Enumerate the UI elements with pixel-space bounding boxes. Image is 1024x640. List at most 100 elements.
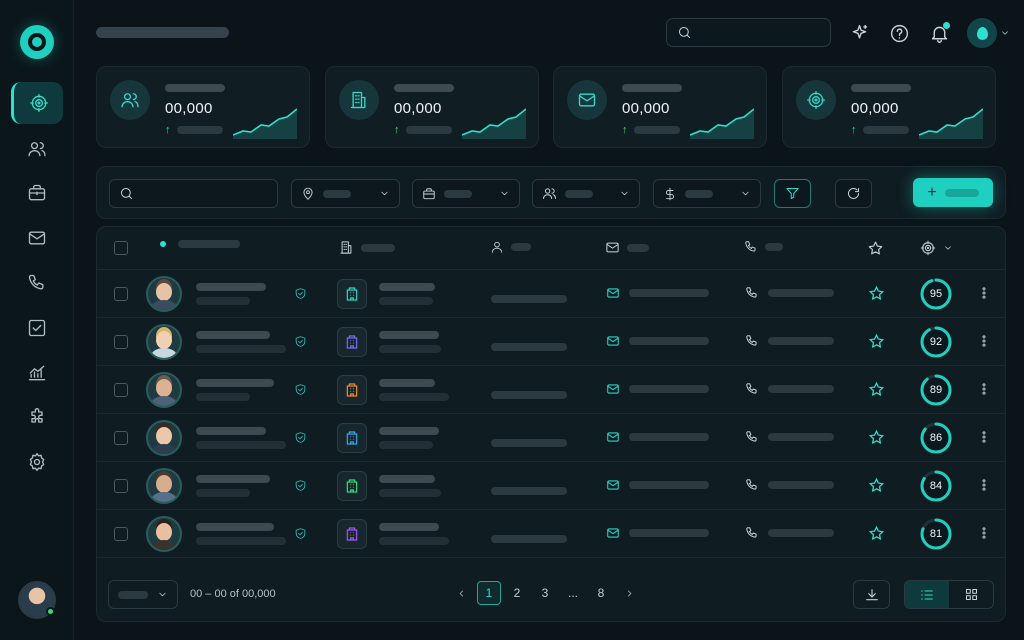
phone-link[interactable] [745, 334, 834, 348]
next-page-button[interactable] [617, 581, 641, 605]
phone-link[interactable] [745, 526, 834, 540]
sidebar-item-inbox[interactable] [11, 217, 63, 259]
row-checkbox[interactable] [114, 335, 128, 349]
table-row[interactable]: 92 [97, 318, 1005, 366]
contact-name[interactable] [196, 427, 286, 449]
chevron-down-icon[interactable] [1000, 28, 1010, 38]
table-row[interactable]: 95 [97, 270, 1005, 318]
stat-card-companies[interactable]: 00,000 ↑ [325, 66, 539, 148]
sidebar-item-tasks[interactable] [11, 307, 63, 349]
more-actions-icon[interactable] [977, 478, 991, 492]
stat-card-targets[interactable]: 00,000 ↑ [782, 66, 996, 148]
name-column[interactable] [160, 240, 240, 248]
company-name[interactable] [379, 331, 441, 353]
phone-link[interactable] [745, 382, 834, 396]
row-checkbox[interactable] [114, 479, 128, 493]
favorite-toggle[interactable] [868, 381, 885, 403]
more-actions-icon[interactable] [977, 286, 991, 300]
user-avatar[interactable] [18, 581, 56, 619]
row-checkbox[interactable] [114, 431, 128, 445]
contact-name[interactable] [196, 475, 270, 497]
sidebar-item-integrations[interactable] [11, 396, 63, 438]
sidebar-item-calls[interactable] [11, 262, 63, 304]
contact-name[interactable] [196, 283, 266, 305]
company-logo[interactable] [337, 279, 367, 309]
grid-view-button[interactable] [949, 581, 993, 608]
sparkle-icon[interactable] [846, 20, 872, 46]
avatar[interactable] [146, 516, 182, 552]
contact-name[interactable] [196, 331, 286, 353]
sidebar-item-targets[interactable] [11, 82, 63, 124]
company-column[interactable] [339, 240, 395, 255]
table-row[interactable]: 86 [97, 414, 1005, 462]
help-icon[interactable] [886, 20, 912, 46]
stat-card-contacts[interactable]: 00,000 ↑ [96, 66, 310, 148]
email-link[interactable] [606, 334, 709, 348]
avatar[interactable] [146, 372, 182, 408]
rows-per-page-select[interactable] [108, 580, 178, 609]
company-name[interactable] [379, 475, 441, 497]
avatar[interactable] [146, 324, 182, 360]
phone-link[interactable] [745, 430, 834, 444]
company-logo[interactable] [337, 519, 367, 549]
stat-card-emails[interactable]: 00,000 ↑ [553, 66, 767, 148]
page-button[interactable]: 8 [589, 581, 613, 605]
sidebar-item-reports[interactable] [11, 352, 63, 394]
favorite-toggle[interactable] [868, 333, 885, 355]
filter-search[interactable] [109, 179, 278, 208]
company-logo[interactable] [337, 423, 367, 453]
company-logo[interactable] [337, 375, 367, 405]
company-name[interactable] [379, 523, 449, 545]
favorite-toggle[interactable] [868, 285, 885, 307]
favorite-column[interactable] [867, 240, 884, 257]
phone-link[interactable] [745, 478, 834, 492]
row-checkbox[interactable] [114, 527, 128, 541]
sidebar-item-companies[interactable] [11, 172, 63, 214]
company-name[interactable] [379, 427, 439, 449]
table-row[interactable]: 84 [97, 462, 1005, 510]
company-name[interactable] [379, 379, 449, 401]
add-contact-button[interactable]: + [913, 178, 993, 207]
email-link[interactable] [606, 526, 709, 540]
contact-name[interactable] [196, 523, 286, 545]
table-row[interactable]: 81 [97, 510, 1005, 558]
page-button[interactable]: 1 [477, 581, 501, 605]
bell-icon[interactable] [926, 20, 952, 46]
email-link[interactable] [606, 286, 709, 300]
global-search-input[interactable] [700, 25, 820, 40]
app-logo[interactable] [20, 25, 54, 59]
prev-page-button[interactable] [449, 581, 473, 605]
sidebar-item-contacts[interactable] [11, 128, 63, 170]
more-actions-icon[interactable] [977, 334, 991, 348]
sidebar-item-settings[interactable] [11, 441, 63, 483]
download-button[interactable] [853, 580, 890, 609]
page-button[interactable]: 3 [533, 581, 557, 605]
location-filter[interactable] [291, 179, 400, 208]
page-button[interactable]: 2 [505, 581, 529, 605]
more-actions-icon[interactable] [977, 430, 991, 444]
company-logo[interactable] [337, 327, 367, 357]
row-checkbox[interactable] [114, 287, 128, 301]
favorite-toggle[interactable] [868, 429, 885, 451]
filter-button[interactable] [774, 179, 811, 208]
company-name[interactable] [379, 283, 435, 305]
avatar[interactable] [146, 420, 182, 456]
avatar[interactable] [146, 276, 182, 312]
company-logo[interactable] [337, 471, 367, 501]
contact-column[interactable] [490, 240, 531, 254]
global-search[interactable] [666, 18, 831, 47]
revenue-filter[interactable] [653, 179, 761, 208]
select-all-checkbox[interactable] [114, 241, 128, 255]
email-link[interactable] [606, 382, 709, 396]
favorite-toggle[interactable] [868, 525, 885, 547]
score-column[interactable] [920, 240, 953, 256]
table-row[interactable]: 89 [97, 366, 1005, 414]
more-actions-icon[interactable] [977, 526, 991, 540]
avatar[interactable] [146, 468, 182, 504]
refresh-button[interactable] [835, 179, 872, 208]
team-filter[interactable] [532, 179, 640, 208]
phone-column[interactable] [744, 240, 783, 254]
contact-name[interactable] [196, 379, 274, 401]
phone-link[interactable] [745, 286, 834, 300]
favorite-toggle[interactable] [868, 477, 885, 499]
